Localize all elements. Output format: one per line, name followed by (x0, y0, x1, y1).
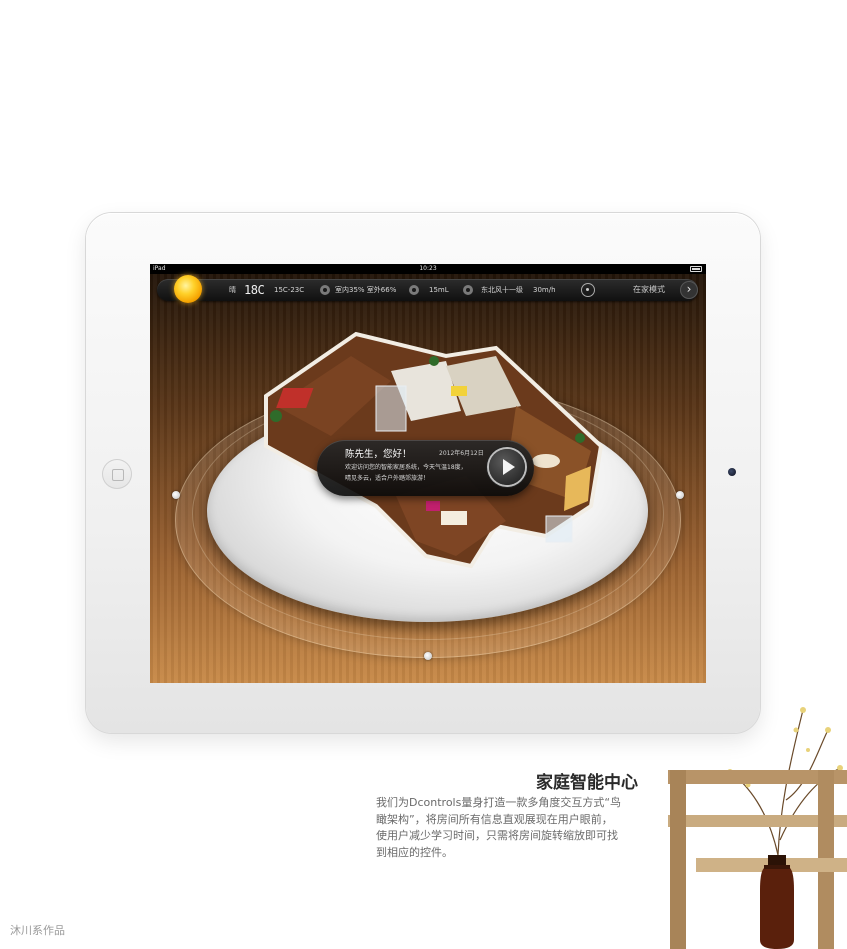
sofa-magenta (426, 501, 440, 511)
home-button[interactable] (102, 459, 132, 489)
lounge-rug (441, 511, 467, 525)
desk-yellow (451, 386, 467, 396)
glass-vase (760, 855, 794, 949)
water-drop-icon (409, 285, 419, 295)
chevron-right-icon[interactable]: › (680, 281, 698, 299)
author-signature: 沐川系作品 (10, 924, 65, 937)
caption-line: 我们为Dcontrols量身打造一款多角度交互方式“鸟 (376, 796, 622, 809)
welcome-message-line: 晴见多云，适合户外踏郊旅游！ (345, 475, 430, 482)
plant (270, 410, 282, 422)
wind-icon (463, 285, 473, 295)
play-icon[interactable] (489, 449, 525, 485)
caption-body: 我们为Dcontrols量身打造一款多角度交互方式“鸟 瞰架构”，将房间所有信息… (376, 795, 646, 861)
status-bar: iPad 10:23 (150, 264, 706, 274)
greeting-text: 陈先生，您好！ (345, 449, 412, 460)
rotate-handle-left[interactable] (172, 491, 180, 499)
wind-direction: 东北风十一级 (481, 286, 523, 294)
humidity-icon (320, 285, 330, 295)
welcome-card: 陈先生，您好！ 2012年6月12日 欢迎访问您的智能家居系统，今天气温18度，… (317, 440, 534, 496)
plant (575, 433, 585, 443)
date-text: 2012年6月12日 (439, 450, 484, 457)
glass-partition (375, 385, 407, 432)
caption-line: 瞰架构”，将房间所有信息直观展现在用户眼前， (376, 812, 613, 826)
caption-line: 使用户减少学习时间，只需将房间旋转缩放即可找 (376, 829, 618, 842)
coffee-table (532, 454, 560, 468)
signal-icon[interactable] (581, 283, 595, 297)
caption-title: 家庭智能中心 (536, 773, 638, 793)
camera-icon (728, 468, 736, 476)
status-time: 10:23 (419, 265, 437, 272)
home-mode-button[interactable]: 在家模式 (633, 279, 665, 301)
info-toolbar: 晴 18C 15C-23C 室内35% 室外66% 15mL 东北风十一级 30… (157, 275, 698, 303)
humidity-readout: 室内35% 室外66% (335, 286, 397, 294)
plant (429, 356, 439, 366)
welcome-message-line: 欢迎访问您的智能家居系统，今天气温18度， (345, 464, 467, 471)
battery-icon (690, 266, 702, 272)
glass-partition (545, 515, 573, 543)
temperature-range: 15C-23C (274, 286, 305, 294)
wooden-chair (668, 770, 847, 949)
rotate-handle-bottom[interactable] (424, 652, 432, 660)
rotate-handle-right[interactable] (676, 491, 684, 499)
caption-line: 到相应的控件。 (376, 845, 453, 859)
sun-icon (174, 275, 202, 303)
wind-speed: 30m/h (533, 286, 556, 294)
weather-label: 晴 (229, 286, 236, 294)
current-temperature: 18C (244, 283, 265, 297)
water-readout: 15mL (429, 286, 449, 294)
app-screen: iPad 10:23 晴 18C 15C-23C 室内35% 室外66% 15m… (150, 264, 706, 683)
chair-and-vase-decoration (668, 707, 847, 949)
